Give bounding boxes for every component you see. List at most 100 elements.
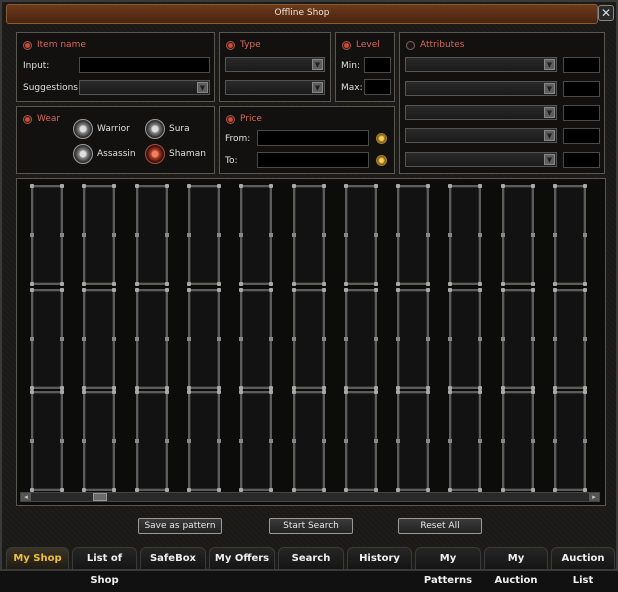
item-slot[interactable] — [30, 288, 64, 390]
type-title: Type — [240, 40, 261, 50]
item-name-panel: Item name Input: Suggestions: ▼ — [16, 32, 215, 102]
attribute-value-1[interactable] — [563, 57, 600, 73]
item-slot[interactable] — [134, 184, 169, 286]
type-dropdown-2[interactable]: ▼ — [225, 80, 325, 95]
attributes-panel: Attributes ▼ ▼ ▼ ▼ ▼ — [399, 32, 605, 174]
level-min-input[interactable] — [364, 57, 391, 73]
item-slot[interactable] — [500, 390, 535, 492]
item-slot[interactable] — [134, 288, 169, 390]
item-slot[interactable] — [553, 390, 587, 492]
horizontal-scrollbar[interactable]: ◂ ▸ — [20, 492, 600, 502]
class-sura[interactable]: Sura — [145, 119, 190, 139]
item-name-header: Item name — [23, 39, 86, 51]
item-slot[interactable] — [186, 390, 221, 492]
gold-coin-icon — [376, 133, 387, 144]
item-slot[interactable] — [396, 184, 431, 286]
item-name-input[interactable] — [79, 57, 210, 73]
attribute-value-5[interactable] — [563, 152, 600, 168]
price-from-label: From: — [225, 134, 251, 144]
item-slot[interactable] — [239, 390, 274, 492]
item-name-radio[interactable] — [23, 40, 32, 50]
chevron-down-icon: ▼ — [544, 154, 555, 165]
item-slot[interactable] — [396, 288, 431, 390]
attribute-dropdown-4[interactable]: ▼ — [405, 128, 557, 143]
tab-auction-list[interactable]: Auction List — [551, 547, 615, 586]
item-slot[interactable] — [291, 184, 326, 286]
tab-safebox[interactable]: SafeBox — [140, 547, 206, 569]
tab-history[interactable]: History — [347, 547, 412, 569]
item-slot[interactable] — [448, 390, 483, 492]
item-slot[interactable] — [82, 184, 117, 286]
item-slot[interactable] — [343, 288, 378, 390]
type-radio[interactable] — [226, 40, 235, 50]
chevron-down-icon: ▼ — [544, 130, 555, 141]
attribute-dropdown-2[interactable]: ▼ — [405, 81, 557, 96]
item-slot[interactable] — [291, 288, 326, 390]
level-max-label: Max: — [341, 83, 363, 93]
item-slot[interactable] — [239, 288, 274, 390]
suggestions-dropdown[interactable]: ▼ — [79, 80, 210, 95]
item-slot[interactable] — [396, 390, 431, 492]
class-label: Shaman — [169, 149, 206, 159]
item-slot[interactable] — [553, 288, 587, 390]
item-slot[interactable] — [448, 184, 483, 286]
wear-header: Wear — [23, 113, 60, 125]
attributes-radio[interactable] — [406, 40, 415, 50]
scroll-left-icon[interactable]: ◂ — [21, 493, 31, 501]
item-slot[interactable] — [500, 184, 535, 286]
attribute-value-4[interactable] — [563, 128, 600, 144]
price-panel: Price From: To: — [219, 106, 395, 174]
attribute-dropdown-3[interactable]: ▼ — [405, 105, 557, 120]
close-button[interactable]: ✕ — [598, 5, 614, 21]
tab-my-auction[interactable]: My Auction — [484, 547, 548, 586]
title-bar[interactable]: Offline Shop — [6, 4, 598, 24]
tab-my-patterns[interactable]: My Patterns — [415, 547, 481, 586]
type-dropdown-1[interactable]: ▼ — [225, 57, 325, 72]
tab-list-of-shop[interactable]: List of Shop — [72, 547, 137, 586]
item-slot[interactable] — [291, 390, 326, 492]
level-radio[interactable] — [342, 40, 351, 50]
item-slot[interactable] — [343, 390, 378, 492]
item-slot[interactable] — [134, 390, 169, 492]
class-assassin[interactable]: Assassin — [73, 144, 136, 164]
level-max-input[interactable] — [364, 79, 391, 95]
class-label: Sura — [169, 124, 190, 134]
tab-search[interactable]: Search — [278, 547, 344, 569]
reset-all-button[interactable]: Reset All — [398, 518, 482, 534]
item-slot[interactable] — [30, 390, 64, 492]
chevron-down-icon: ▼ — [544, 107, 555, 118]
item-slot[interactable] — [239, 184, 274, 286]
tab-my-offers[interactable]: My Offers — [209, 547, 275, 569]
item-slot[interactable] — [448, 288, 483, 390]
window-title: Offline Shop — [274, 8, 330, 18]
save-pattern-button[interactable]: Save as pattern — [138, 518, 222, 534]
attribute-value-3[interactable] — [563, 105, 600, 121]
attribute-value-2[interactable] — [563, 81, 600, 97]
scroll-thumb[interactable] — [93, 493, 107, 501]
item-slot[interactable] — [82, 288, 117, 390]
wear-radio[interactable] — [23, 114, 32, 124]
class-shaman[interactable]: Shaman — [145, 144, 206, 164]
start-search-button[interactable]: Start Search — [269, 518, 353, 534]
attribute-dropdown-1[interactable]: ▼ — [405, 57, 557, 72]
chevron-down-icon: ▼ — [312, 59, 323, 70]
scroll-right-icon[interactable]: ▸ — [589, 493, 599, 501]
price-radio[interactable] — [226, 114, 235, 124]
item-slot[interactable] — [30, 184, 64, 286]
attribute-dropdown-5[interactable]: ▼ — [405, 152, 557, 167]
price-title: Price — [240, 114, 262, 124]
item-slot[interactable] — [82, 390, 117, 492]
chevron-down-icon: ▼ — [312, 82, 323, 93]
item-grid — [16, 178, 606, 506]
item-slot[interactable] — [186, 288, 221, 390]
level-panel: Level Min: Max: — [335, 32, 395, 102]
class-warrior[interactable]: Warrior — [73, 119, 130, 139]
item-slot[interactable] — [343, 184, 378, 286]
item-slot[interactable] — [553, 184, 587, 286]
item-slot[interactable] — [186, 184, 221, 286]
tab-my-shop[interactable]: My Shop — [6, 547, 69, 569]
price-header: Price — [226, 113, 262, 125]
item-slot[interactable] — [500, 288, 535, 390]
price-to-input[interactable] — [257, 152, 369, 168]
price-from-input[interactable] — [257, 130, 369, 146]
